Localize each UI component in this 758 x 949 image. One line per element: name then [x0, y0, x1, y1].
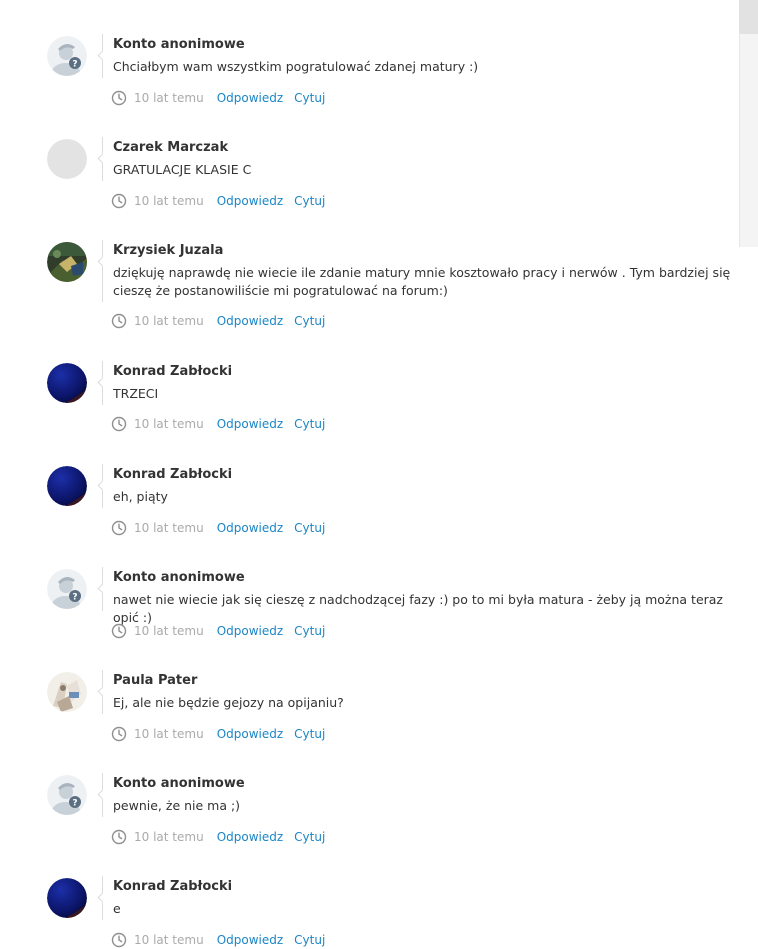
comment-time: 10 lat temu	[134, 417, 204, 431]
reply-link[interactable]: Odpowiedz	[217, 624, 283, 638]
comment-time: 10 lat temu	[134, 314, 204, 328]
comment-author[interactable]: Konto anonimowe	[113, 776, 245, 791]
reply-link[interactable]: Odpowiedz	[217, 830, 283, 844]
comment-text: dziękuję naprawdę nie wiecie ile zdanie …	[113, 265, 731, 298]
comment-time: 10 lat temu	[134, 830, 204, 844]
comment-divider	[102, 240, 103, 302]
quote-link[interactable]: Cytuj	[294, 314, 325, 328]
comment-divider-notch	[97, 892, 108, 903]
night-sky-avatar[interactable]	[47, 363, 87, 403]
reply-link[interactable]: Odpowiedz	[217, 314, 283, 328]
night-sky-avatar[interactable]	[47, 878, 87, 918]
svg-text:?: ?	[72, 60, 77, 70]
comment-author[interactable]: Krzysiek Juzala	[113, 243, 223, 258]
scrollbar-track[interactable]	[739, 0, 758, 247]
comment-author[interactable]: Konrad Zabłocki	[113, 364, 232, 379]
comment-text: eh, piąty	[113, 489, 168, 504]
comment-text: Chciałbym wam wszystkim pogratulować zda…	[113, 59, 479, 74]
comment-text: TRZECI	[113, 386, 159, 401]
comment-meta: 10 lat temu Odpowiedz Cytuj	[111, 519, 336, 537]
quote-link[interactable]: Cytuj	[294, 624, 325, 638]
comment-meta: 10 lat temu Odpowiedz Cytuj	[111, 192, 336, 210]
comment-divider-notch	[97, 377, 108, 388]
comment-divider-notch	[97, 50, 108, 61]
comment-text: GRATULACJE KLASIE C	[113, 162, 252, 177]
comment-author[interactable]: Konto anonimowe	[113, 37, 245, 52]
anonymous-avatar[interactable]: ?	[47, 36, 87, 76]
quote-link[interactable]: Cytuj	[294, 933, 325, 947]
comment-time: 10 lat temu	[134, 91, 204, 105]
comment-time: 10 lat temu	[134, 624, 204, 638]
comment-author[interactable]: Czarek Marczak	[113, 140, 228, 155]
svg-text:?: ?	[72, 593, 77, 603]
comment-time: 10 lat temu	[134, 727, 204, 741]
quote-link[interactable]: Cytuj	[294, 91, 325, 105]
clock-icon	[111, 829, 127, 845]
reply-link[interactable]: Odpowiedz	[217, 417, 283, 431]
quote-link[interactable]: Cytuj	[294, 417, 325, 431]
anonymous-avatar[interactable]: ?	[47, 569, 87, 609]
comment-divider-notch	[97, 153, 108, 164]
night-sky-avatar[interactable]	[47, 466, 87, 506]
clock-icon	[111, 416, 127, 432]
comment-text: e	[113, 901, 121, 916]
comment-time: 10 lat temu	[134, 194, 204, 208]
comment-author[interactable]: Konto anonimowe	[113, 570, 245, 585]
comment-meta: 10 lat temu Odpowiedz Cytuj	[111, 89, 336, 107]
comment-meta: 10 lat temu Odpowiedz Cytuj	[111, 828, 336, 846]
comment-meta: 10 lat temu Odpowiedz Cytuj	[111, 312, 336, 330]
photo-avatar-light[interactable]	[47, 672, 87, 712]
reply-link[interactable]: Odpowiedz	[217, 194, 283, 208]
clock-icon	[111, 623, 127, 639]
photo-avatar[interactable]	[47, 242, 87, 282]
clock-icon	[111, 726, 127, 742]
blank-avatar[interactable]	[47, 139, 87, 179]
clock-icon	[111, 932, 127, 948]
comment-author[interactable]: Konrad Zabłocki	[113, 467, 232, 482]
comment-meta: 10 lat temu Odpowiedz Cytuj	[111, 622, 336, 640]
quote-link[interactable]: Cytuj	[294, 521, 325, 535]
comments-page: ? Konto anonimowe Chciałbym wam wszystki…	[0, 0, 758, 949]
clock-icon	[111, 520, 127, 536]
quote-link[interactable]: Cytuj	[294, 194, 325, 208]
clock-icon	[111, 193, 127, 209]
comment-divider-notch	[97, 789, 108, 800]
comment-text: Ej, ale nie będzie gejozy na opijaniu?	[113, 695, 344, 710]
reply-link[interactable]: Odpowiedz	[217, 727, 283, 741]
clock-icon	[111, 90, 127, 106]
comment-time: 10 lat temu	[134, 521, 204, 535]
comment-author[interactable]: Konrad Zabłocki	[113, 879, 232, 894]
quote-link[interactable]: Cytuj	[294, 830, 325, 844]
reply-link[interactable]: Odpowiedz	[217, 521, 283, 535]
anonymous-avatar[interactable]: ?	[47, 775, 87, 815]
scrollbar-thumb[interactable]	[739, 0, 758, 34]
comment-text: pewnie, że nie ma ;)	[113, 798, 241, 813]
comment-author[interactable]: Paula Pater	[113, 673, 197, 688]
comment-divider-notch	[97, 256, 108, 267]
svg-text:?: ?	[72, 799, 77, 809]
clock-icon	[111, 313, 127, 329]
comment-divider-notch	[97, 686, 108, 697]
comment-time: 10 lat temu	[134, 933, 204, 947]
comment-divider-notch	[97, 583, 108, 594]
comment-meta: 10 lat temu Odpowiedz Cytuj	[111, 415, 336, 433]
quote-link[interactable]: Cytuj	[294, 727, 325, 741]
reply-link[interactable]: Odpowiedz	[217, 933, 283, 947]
comment-meta: 10 lat temu Odpowiedz Cytuj	[111, 725, 336, 743]
reply-link[interactable]: Odpowiedz	[217, 91, 283, 105]
comment-meta: 10 lat temu Odpowiedz Cytuj	[111, 931, 336, 949]
comment-divider-notch	[97, 480, 108, 491]
